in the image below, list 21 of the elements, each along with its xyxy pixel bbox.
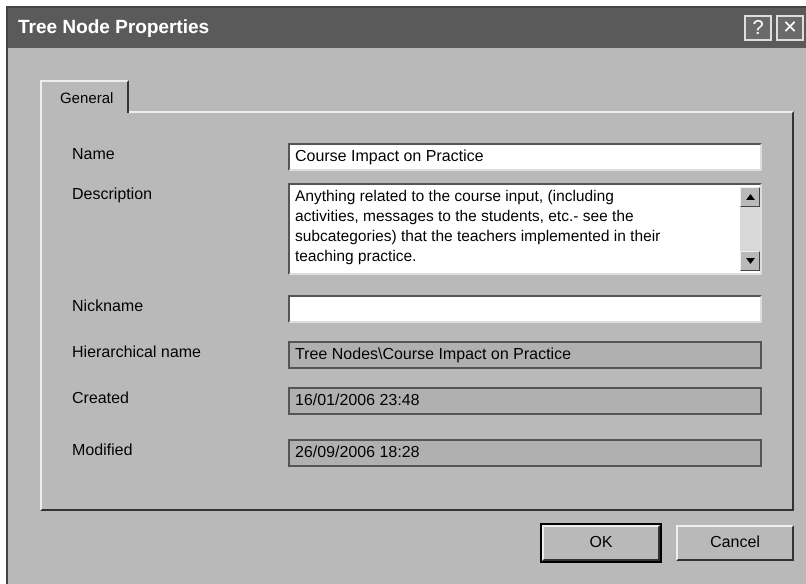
scroll-down-icon[interactable]: [740, 251, 760, 271]
window-title: Tree Node Properties: [18, 17, 210, 39]
text-area[interactable]: Anything related to the course input, (including activities, messages to the students, etc.- see the subcategories) that the teachers implemented in their teaching practice.: [288, 183, 762, 275]
close-button[interactable]: ✕: [776, 15, 804, 41]
input-field[interactable]: [288, 295, 762, 323]
field-label: Modified: [71, 441, 134, 460]
read-only-field: 16/01/2006 23:48: [288, 387, 762, 415]
input-field[interactable]: Course Impact on Practice: [288, 143, 762, 171]
scrollbar[interactable]: [740, 187, 760, 271]
read-only-field: 26/09/2006 18:28: [288, 439, 762, 467]
field-label: Created: [71, 389, 130, 408]
help-button[interactable]: ?: [744, 15, 772, 41]
field-label: Hierarchical name: [71, 343, 202, 362]
read-only-field: Tree Nodes\Course Impact on Practice: [288, 341, 762, 369]
field-label: Name: [71, 145, 116, 164]
cancel-button[interactable]: Cancel: [676, 525, 794, 561]
tab[interactable]: General: [40, 80, 130, 113]
field-label: Nickname: [71, 297, 144, 316]
field-label: Description: [71, 185, 154, 204]
scroll-up-icon[interactable]: [740, 187, 760, 207]
ok-button[interactable]: OK: [542, 525, 660, 561]
